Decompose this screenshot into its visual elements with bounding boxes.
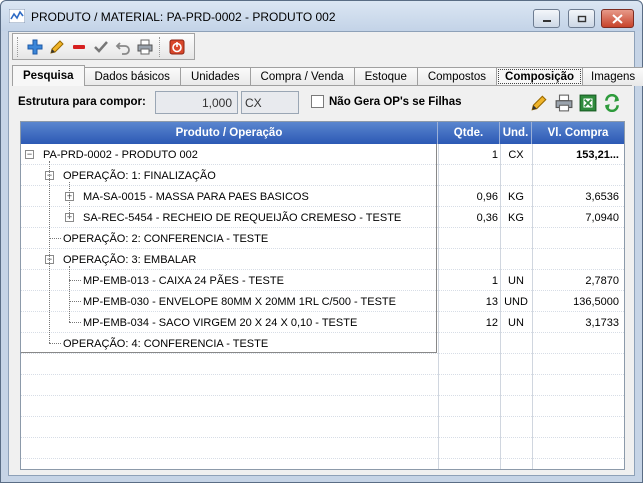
add-button[interactable]	[25, 37, 44, 56]
tree-connector	[49, 161, 50, 343]
header-qty[interactable]: Qtde.	[438, 122, 500, 144]
print-icon	[555, 94, 573, 112]
window-title: PRODUTO / MATERIAL: PA-PRD-0002 - PRODUT…	[31, 10, 336, 24]
row-qty: 12	[485, 316, 498, 329]
confirm-icon	[93, 40, 108, 53]
close-icon	[612, 13, 623, 24]
edit-icon	[531, 95, 547, 111]
tab-imagens[interactable]: Imagens	[582, 67, 643, 86]
restore-button[interactable]	[568, 9, 595, 28]
tab-dados-b-sicos[interactable]: Dados básicos	[83, 67, 181, 86]
tab-unidades[interactable]: Unidades	[179, 67, 251, 86]
row-qty	[438, 228, 498, 249]
empty-row	[21, 396, 624, 417]
edit-structure-button[interactable]	[528, 92, 550, 114]
header-product[interactable]: Produto / Operação	[21, 122, 438, 144]
empty-row	[21, 417, 624, 438]
toolbar-separator	[159, 36, 162, 57]
empty-row	[21, 375, 624, 396]
minimize-icon	[542, 19, 551, 22]
excel-export-icon	[579, 94, 597, 112]
title-bar[interactable]: PRODUTO / MATERIAL: PA-PRD-0002 - PRODUT…	[1, 1, 642, 31]
export-excel-button[interactable]	[577, 92, 599, 114]
toolbar	[12, 33, 195, 60]
row-price: 2,7870	[585, 274, 619, 287]
row-price: 153,21...	[576, 148, 619, 161]
remove-icon	[72, 44, 85, 49]
close-button[interactable]	[601, 9, 634, 28]
row-qty	[438, 249, 498, 270]
tab-estoque[interactable]: Estoque	[353, 67, 418, 86]
tab-divider	[12, 85, 632, 86]
row-unit: CX	[508, 148, 524, 161]
undo-button[interactable]	[113, 37, 132, 56]
header-unit[interactable]: Und.	[500, 122, 532, 144]
edit-icon	[49, 39, 64, 54]
remove-button[interactable]	[69, 37, 88, 56]
structure-unit-input[interactable]: CX	[241, 91, 299, 114]
row-price	[532, 333, 619, 354]
undo-icon	[115, 41, 130, 55]
row-unit	[500, 333, 532, 354]
row-qty: 0,36	[476, 211, 498, 224]
row-qty	[438, 333, 498, 354]
edit-button[interactable]	[47, 37, 66, 56]
row-unit: UN	[508, 274, 524, 287]
row-price: 136,5000	[573, 295, 619, 308]
grid-header: Produto / Operação Qtde. Und. Vl. Compra	[21, 122, 624, 144]
exit-icon	[169, 39, 184, 54]
app-logo-icon	[9, 9, 25, 23]
structure-label: Estrutura para compor:	[18, 96, 146, 108]
tab-composi-o[interactable]: Composição	[496, 67, 584, 86]
row-price	[532, 228, 619, 249]
row-qty: 13	[485, 295, 498, 308]
row-price: 7,0940	[585, 211, 619, 224]
row-unit	[500, 165, 532, 186]
empty-row	[21, 438, 624, 459]
exit-button[interactable]	[167, 37, 186, 56]
tree-border	[21, 144, 437, 353]
tab-pesquisa[interactable]: Pesquisa	[12, 65, 85, 86]
row-qty: 1	[491, 274, 498, 287]
row-price: 3,6536	[585, 190, 619, 203]
tab-compostos[interactable]: Compostos	[416, 67, 498, 86]
tree-connector	[69, 266, 70, 322]
header-price[interactable]: Vl. Compra	[532, 122, 624, 144]
minimize-button[interactable]	[533, 9, 560, 28]
row-qty: 0,96	[476, 190, 498, 203]
tab-strip: Pesquisa Dados básicos Unidades Compra / Ve…	[12, 65, 643, 86]
toolbar-grip[interactable]	[17, 36, 20, 57]
row-price: 3,1733	[585, 316, 619, 329]
row-price	[532, 249, 619, 270]
empty-row	[21, 459, 624, 469]
confirm-button[interactable]	[91, 37, 110, 56]
row-qty	[438, 165, 498, 186]
row-unit	[500, 249, 532, 270]
main-window: PRODUTO / MATERIAL: PA-PRD-0002 - PRODUT…	[0, 0, 643, 483]
print-button[interactable]	[135, 37, 154, 56]
row-unit: UND	[504, 295, 528, 308]
no-op-checkbox-label: Não Gera OP's se Filhas	[329, 95, 462, 108]
refresh-button[interactable]	[601, 92, 623, 114]
structure-quantity-input[interactable]: 1,000	[155, 91, 238, 114]
no-op-checkbox-wrapper[interactable]: Não Gera OP's se Filhas	[311, 95, 462, 108]
composition-grid[interactable]: Produto / Operação Qtde. Und. Vl. Compra…	[20, 121, 625, 470]
empty-row	[21, 354, 624, 375]
row-unit: UN	[508, 316, 524, 329]
restore-icon	[577, 15, 586, 22]
client-area: Pesquisa Dados básicos Unidades Compra / Ve…	[8, 31, 643, 476]
tree-connector	[69, 182, 70, 217]
row-unit	[500, 228, 532, 249]
row-unit: KG	[508, 190, 524, 203]
refresh-icon	[605, 94, 619, 112]
row-price	[532, 165, 619, 186]
tab-compra-venda[interactable]: Compra / Venda	[249, 67, 355, 86]
print-icon	[137, 39, 152, 54]
row-qty: 1	[491, 148, 498, 161]
row-unit: KG	[508, 211, 524, 224]
no-op-checkbox[interactable]	[311, 95, 324, 108]
print-structure-button[interactable]	[553, 92, 575, 114]
add-icon	[27, 39, 42, 54]
